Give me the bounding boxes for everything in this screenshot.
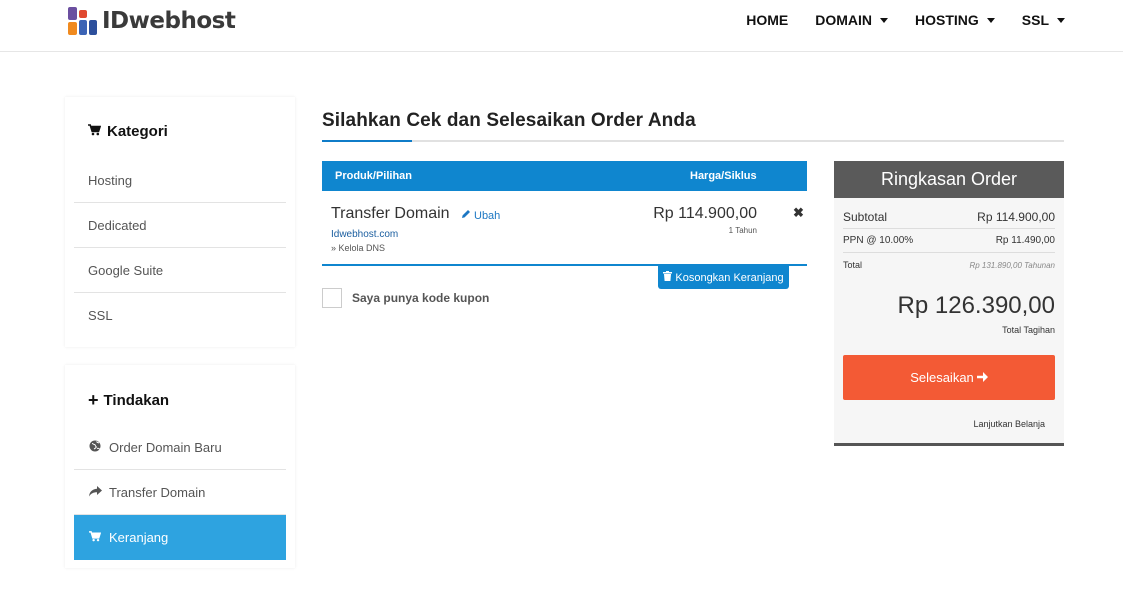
edit-item-link[interactable]: Ubah	[461, 209, 500, 222]
cart-table-header: Produk/Pilihan Harga/Siklus	[322, 161, 807, 191]
total-row: Total Rp 131.890,00 Tahunan	[843, 255, 1055, 275]
nav-domain[interactable]: DOMAIN	[815, 11, 888, 29]
nav-ssl[interactable]: SSL	[1022, 11, 1065, 29]
total-caption: Total Tagihan	[1002, 325, 1055, 335]
checkout-button[interactable]: Selesaikan	[843, 355, 1055, 400]
actions-menu: Order Domain Baru Transfer Domain Keranj…	[74, 425, 286, 560]
brand-name: IDwebhost	[102, 8, 236, 34]
actions-title: + Tindakan	[88, 390, 169, 411]
cart-item-addon: » Kelola DNS	[331, 243, 386, 253]
category-title: Kategori	[88, 123, 168, 140]
site-header: IDwebhost HOME DOMAIN HOSTING SSL	[0, 0, 1123, 52]
sidebar-item-keranjang[interactable]: Keranjang	[74, 515, 286, 560]
subtotal-value: Rp 114.900,00	[977, 209, 1055, 224]
globe-icon	[88, 440, 102, 455]
coupon-checkbox[interactable]	[322, 288, 342, 308]
nav-hosting[interactable]: HOSTING	[915, 11, 995, 29]
sidebar-item-label: SSL	[88, 308, 113, 323]
total-annual: Rp 131.890,00 Tahunan	[969, 260, 1055, 270]
category-menu: Hosting Dedicated Google Suite SSL	[74, 158, 286, 338]
tax-value: Rp 11.490,00	[995, 235, 1055, 246]
caret-down-icon	[986, 17, 995, 23]
sidebar-item-transfer-domain[interactable]: Transfer Domain	[74, 470, 286, 515]
page-title: Silahkan Cek dan Selesaikan Order Anda	[322, 110, 696, 131]
sidebar-item-google-suite[interactable]: Google Suite	[74, 248, 286, 293]
caret-down-icon	[1057, 17, 1065, 23]
tax-label: PPN @ 10.00%	[843, 235, 914, 246]
column-header-product: Produk/Pilihan	[335, 170, 413, 182]
empty-cart-label: Kosongkan Keranjang	[675, 271, 784, 284]
cart-icon	[88, 124, 102, 139]
cart-item-name: Transfer Domain	[331, 205, 450, 222]
nav-hosting-label: HOSTING	[914, 12, 979, 28]
order-summary-title: Ringkasan Order	[834, 161, 1064, 198]
nav-home[interactable]: HOME	[746, 11, 788, 29]
tax-row: PPN @ 10.00% Rp 11.490,00	[843, 229, 1055, 253]
arrow-right-icon	[976, 370, 988, 385]
sidebar-item-order-domain[interactable]: Order Domain Baru	[74, 425, 286, 470]
nav-home-label: HOME	[746, 12, 789, 28]
cart-item-domain: Idwebhost.com	[331, 229, 399, 240]
brand-logo[interactable]: IDwebhost	[68, 7, 236, 35]
share-arrow-icon	[88, 485, 102, 500]
order-summary: Ringkasan Order Subtotal Rp 114.900,00 P…	[834, 161, 1064, 446]
sidebar-item-dedicated[interactable]: Dedicated	[74, 203, 286, 248]
remove-item-icon[interactable]: ✖	[793, 205, 804, 221]
sidebar-item-label: Google Suite	[88, 262, 164, 278]
main-nav: HOME DOMAIN HOSTING SSL	[719, 11, 1065, 29]
column-header-price: Harga/Siklus	[690, 170, 757, 182]
category-panel: Kategori Hosting Dedicated Google Suite …	[65, 97, 295, 347]
empty-cart-button[interactable]: Kosongkan Keranjang	[658, 266, 789, 289]
trash-icon	[663, 271, 673, 284]
title-divider-accent	[322, 140, 412, 142]
plus-icon: +	[88, 390, 99, 410]
coupon-label[interactable]: Saya punya kode kupon	[352, 291, 489, 305]
sidebar-item-label: Transfer Domain	[109, 484, 206, 500]
cart-icon	[88, 530, 102, 545]
sidebar-item-hosting[interactable]: Hosting	[74, 158, 286, 203]
actions-title-label: Tindakan	[103, 392, 170, 409]
nav-domain-label: DOMAIN	[815, 12, 872, 28]
subtotal-label: Subtotal	[843, 209, 888, 224]
actions-panel: + Tindakan Order Domain Baru Transfer Do…	[65, 365, 295, 568]
total-label: Total	[843, 260, 863, 270]
edit-item-label: Ubah	[474, 209, 501, 222]
caret-down-icon	[879, 17, 888, 23]
pencil-icon	[461, 209, 471, 222]
sidebar-item-ssl[interactable]: SSL	[74, 293, 286, 338]
total-amount: Rp 126.390,00	[897, 292, 1055, 319]
subtotal-row: Subtotal Rp 114.900,00	[843, 205, 1055, 229]
nav-ssl-label: SSL	[1021, 12, 1049, 28]
sidebar-item-label: Hosting	[88, 172, 133, 188]
continue-shopping-link[interactable]: Lanjutkan Belanja	[973, 419, 1045, 429]
sidebar-item-label: Dedicated	[88, 217, 147, 233]
title-divider	[322, 140, 1064, 142]
cart-item-price: Rp 114.900,00	[653, 205, 757, 222]
logo-mark-icon	[68, 7, 98, 35]
checkout-label: Selesaikan	[910, 370, 974, 385]
cart-item-cycle: 1 Tahun	[728, 226, 757, 235]
category-title-label: Kategori	[107, 123, 168, 140]
sidebar-item-label: Keranjang	[109, 530, 169, 545]
sidebar-item-label: Order Domain Baru	[109, 439, 222, 455]
